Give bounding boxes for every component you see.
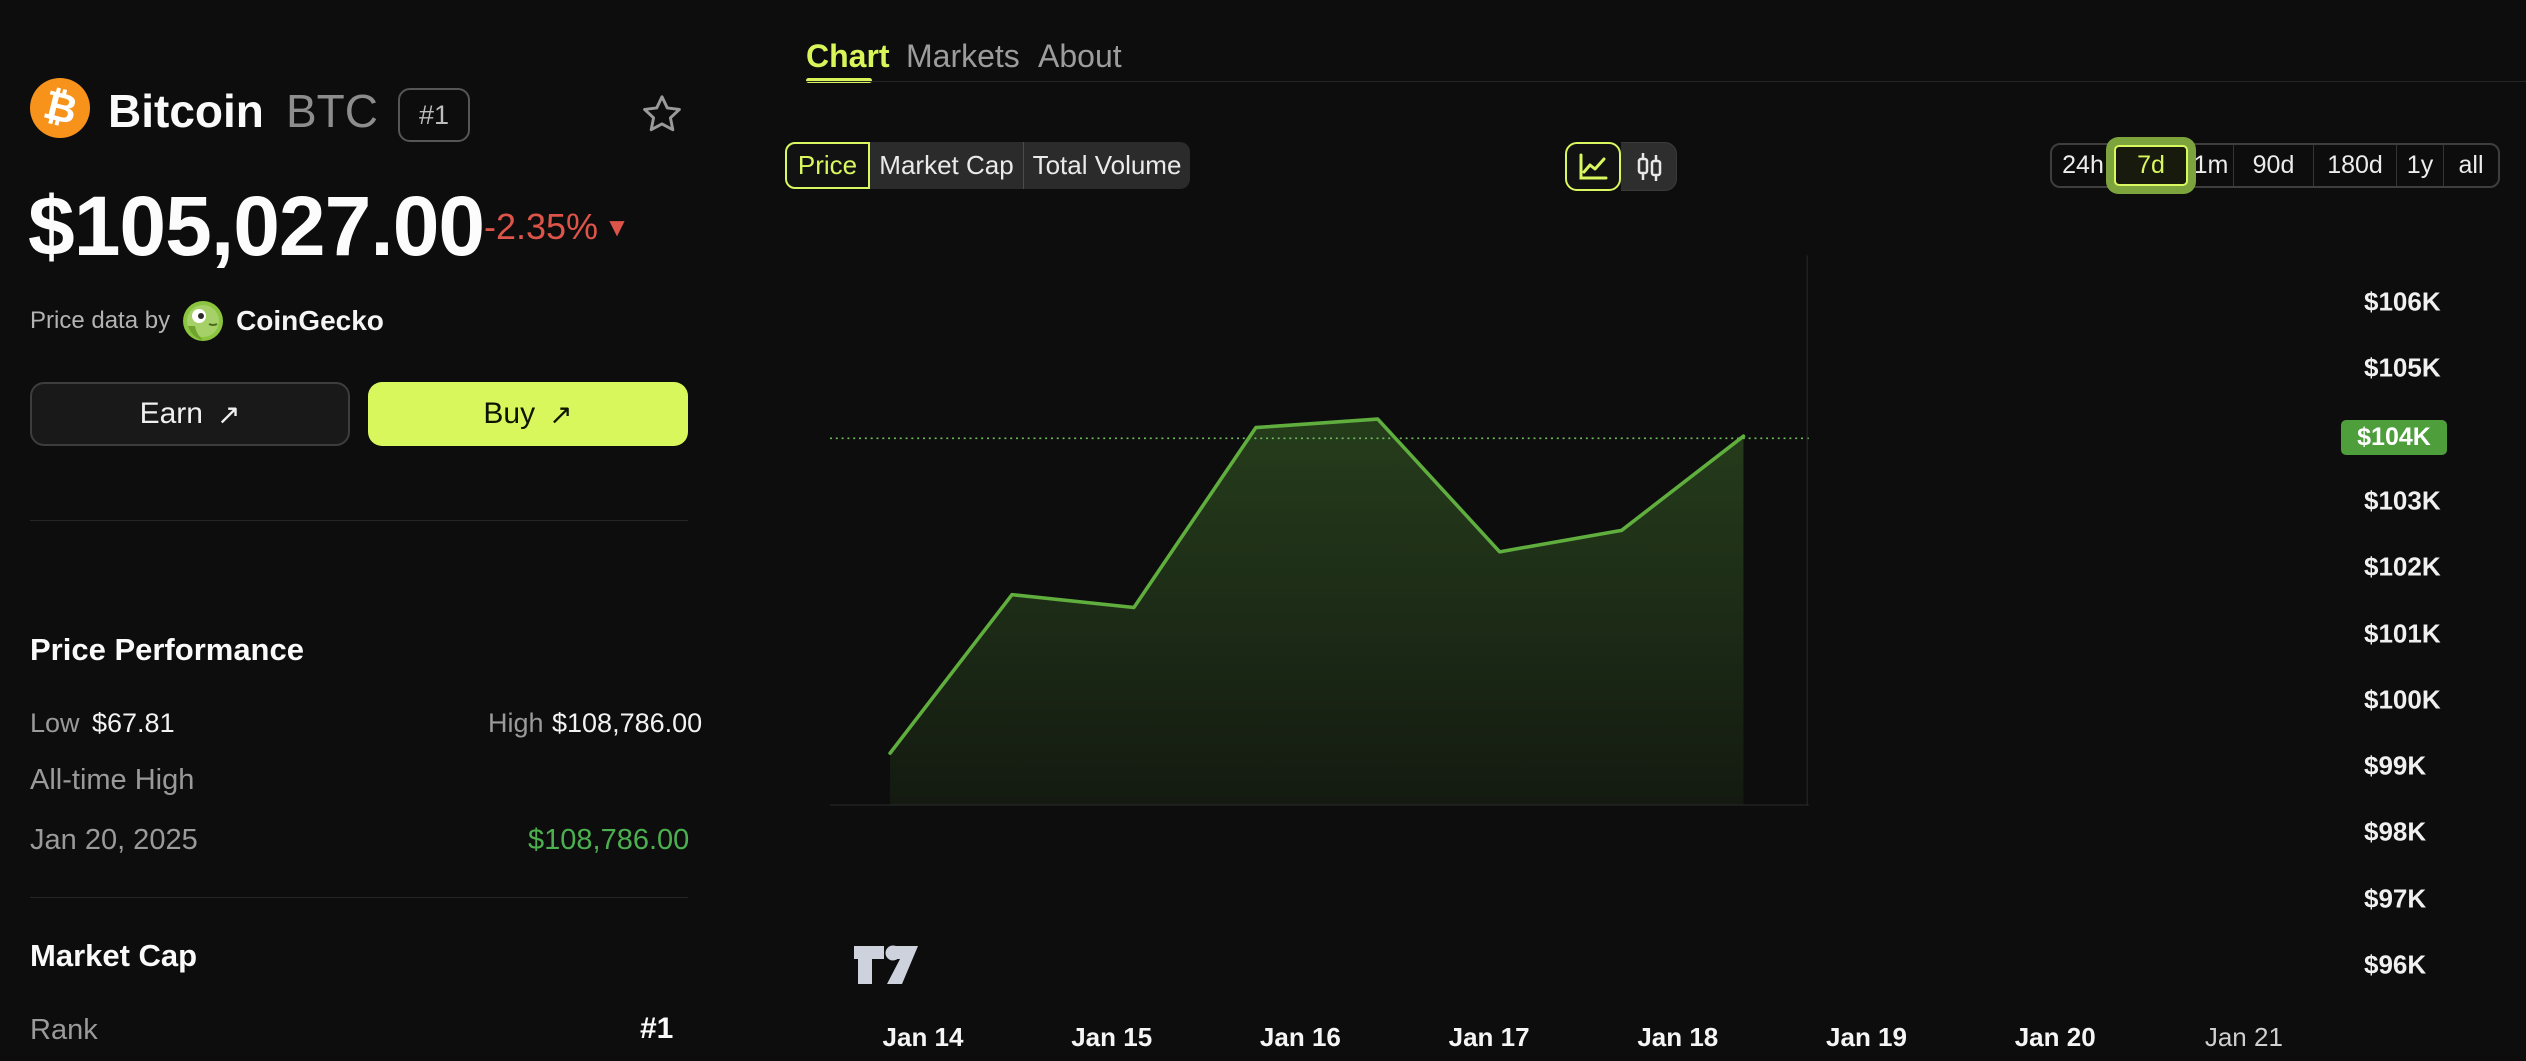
section-divider [30,520,688,521]
rank-label: Rank [30,1014,98,1047]
coin-symbol: BTC [286,84,378,138]
x-axis-tick: Jan 16 [1260,1022,1341,1053]
favorite-star-icon[interactable] [640,92,684,136]
low-label: Low [30,708,80,739]
chart-area-fill [890,419,1743,805]
x-axis-tick: Jan 14 [883,1022,964,1053]
range-1y[interactable]: 1y [2396,145,2443,186]
tab-markets[interactable]: Markets [906,38,1020,75]
x-axis-tick: Jan 20 [2015,1022,2096,1053]
coingecko-logo-icon [182,300,224,342]
tradingview-logo-icon[interactable] [852,942,920,988]
data-provider-row: Price data by CoinGecko [30,298,384,344]
low-value: $67.81 [92,708,175,739]
tabs-divider [806,81,2526,82]
current-price: $105,027.00 [28,178,484,275]
x-axis-tick: Jan 19 [1826,1022,1907,1053]
ath-value: $108,786.00 [528,824,689,857]
y-axis-tick: $99K [2364,751,2426,782]
y-axis-tick: $106K [2364,287,2441,318]
ath-label: All-time High [30,764,194,797]
x-axis-tick: Jan 21 [2205,1022,2283,1053]
market-cap-title: Market Cap [30,938,197,974]
tab-about[interactable]: About [1038,38,1122,75]
down-triangle-icon: ▼ [604,212,630,242]
metric-price[interactable]: Price [785,142,870,189]
range-7d[interactable]: 7d [2114,145,2188,186]
earn-button[interactable]: Earn↗ [30,382,350,446]
x-axis-tick: Jan 17 [1449,1022,1530,1053]
y-axis-tick: $98K [2364,817,2426,848]
price-performance-title: Price Performance [30,632,304,668]
section-divider [30,897,688,898]
provider-name: CoinGecko [236,305,384,337]
provider-label: Price data by [30,307,170,335]
line-chart-icon[interactable] [1565,142,1621,191]
y-axis-tick: $103K [2364,485,2441,516]
external-arrow-icon: ↗ [217,398,240,431]
x-axis-tick: Jan 15 [1071,1022,1152,1053]
high-value: $108,786.00 [552,708,702,739]
rank-chip: #1 [398,88,470,142]
external-arrow-icon: ↗ [549,398,572,431]
rank-value: #1 [640,1012,673,1046]
y-axis-tick: $102K [2364,552,2441,583]
price-change-24h: -2.35%▼ [484,206,630,248]
ath-date: Jan 20, 2025 [30,824,198,857]
coin-name: Bitcoin [108,84,264,138]
range-all[interactable]: all [2443,145,2498,186]
tab-chart[interactable]: Chart [806,38,890,75]
y-axis-tick: $96K [2364,950,2426,981]
y-axis-tick: $97K [2364,883,2426,914]
y-axis-tick: $105K [2364,353,2441,384]
bitcoin-price-page: ₿ Bitcoin BTC #1 $105,027.00 -2.35%▼ Pri… [0,0,2526,1061]
high-label: High [488,708,544,739]
y-axis-tick: $101K [2364,618,2441,649]
y-axis-tick: $100K [2364,684,2441,715]
buy-button[interactable]: Buy↗ [368,382,688,446]
price-chart[interactable] [830,155,2345,1006]
x-axis-tick: Jan 18 [1637,1022,1718,1053]
current-price-badge: $104K [2341,420,2447,455]
bitcoin-logo-icon: ₿ [30,78,90,138]
